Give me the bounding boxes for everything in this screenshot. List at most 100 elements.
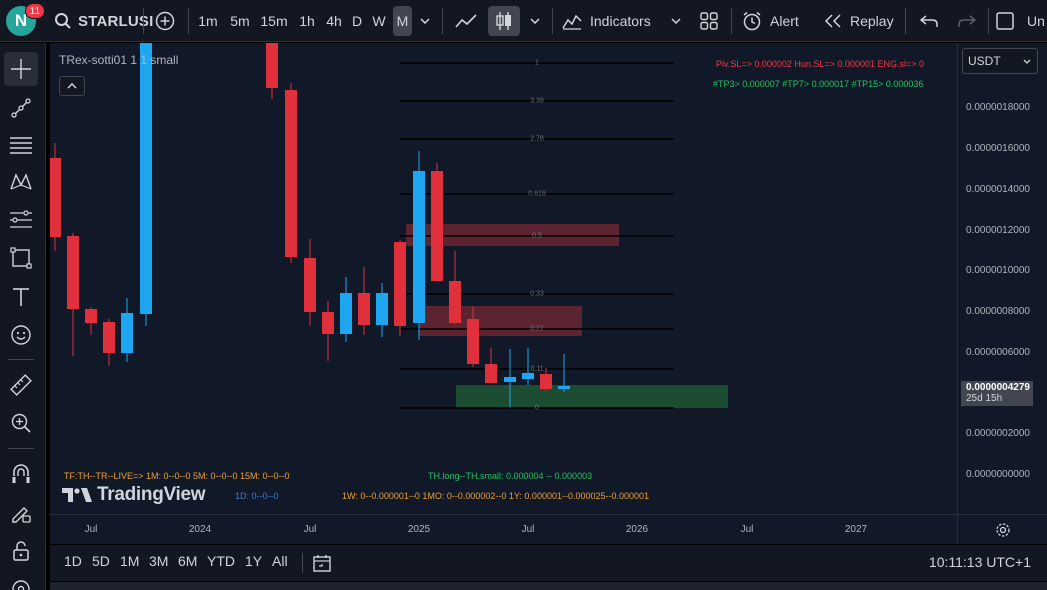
redo-button[interactable]: [952, 6, 982, 36]
time-tick-label: 2025: [407, 524, 431, 535]
range-ytd-button[interactable]: YTD: [207, 553, 235, 569]
fib-level-label: 1: [535, 59, 539, 67]
time-tick-label: Jul: [740, 524, 754, 535]
candle-body: [504, 377, 516, 382]
layout-menu-button[interactable]: Un: [996, 6, 1047, 36]
gear-icon: [995, 522, 1010, 537]
forecast-tool[interactable]: [4, 203, 38, 237]
interval-1h[interactable]: 1h: [295, 6, 319, 36]
eye-icon: [12, 580, 30, 590]
candle-body: [85, 309, 97, 323]
candle-body: [304, 258, 316, 312]
current-price-label: 0.0000004279 25d 15h: [961, 381, 1033, 406]
pattern-tool[interactable]: [4, 165, 38, 199]
indicator-legend-title[interactable]: TRex-sotti01 1 1 small: [59, 53, 178, 67]
range-all-button[interactable]: All: [272, 553, 288, 569]
plus-circle-icon: [155, 11, 175, 31]
trend-line-tool[interactable]: [4, 91, 38, 125]
unlock-icon: [13, 541, 29, 561]
hide-objects-tool[interactable]: [4, 571, 38, 590]
threshold-text: TH.long--TH.small: 0.000004 -- 0.000003: [428, 471, 593, 481]
price-tick-label: 0.0000008000: [966, 306, 1030, 317]
indicators-button[interactable]: Indicators: [562, 6, 662, 36]
time-tick-label: Jul: [303, 524, 317, 535]
magnet-icon: [12, 464, 30, 483]
zoom-tool[interactable]: [4, 406, 38, 440]
undo-button[interactable]: [914, 6, 944, 36]
replay-button[interactable]: Replay: [824, 6, 896, 36]
trend-line-icon: [11, 98, 31, 118]
range-1m-button[interactable]: 1M: [120, 553, 139, 569]
pivot-stoploss-text: Piv.SL=> 0.000002 Hun.SL=> 0.000001 ENG.…: [716, 59, 924, 69]
stay-in-drawing-mode-tool[interactable]: [4, 496, 38, 530]
text-tool[interactable]: [4, 280, 38, 314]
crosshair-tool[interactable]: [4, 52, 38, 86]
range-6m-button[interactable]: 6M: [178, 553, 197, 569]
chevron-up-icon: [67, 83, 77, 89]
emoji-tool[interactable]: [4, 318, 38, 352]
chart-type-line-button[interactable]: [450, 6, 482, 36]
legend-collapse-button[interactable]: [59, 76, 85, 96]
lock-drawings-tool[interactable]: [4, 534, 38, 568]
replay-label: Replay: [850, 13, 894, 29]
price-tick-label: 0.0000016000: [966, 143, 1030, 154]
take-profit-text: #TP3> 0.000007 #TP7> 0.000017 #TP15> 0.0…: [713, 79, 924, 89]
chart-type-dropdown[interactable]: [525, 6, 545, 36]
timeframe-status-text: TF:TH--TR--LIVE=> 1M: 0--0--0 5M: 0--0--…: [64, 471, 290, 481]
indicators-icon: [562, 14, 582, 30]
rewind-icon: [824, 14, 841, 28]
interval-4h[interactable]: 4h: [322, 6, 346, 36]
symbol-search-button[interactable]: STARLUSI: [54, 6, 154, 36]
drawing-toolbar: [0, 43, 46, 590]
range-5d-button[interactable]: 5D: [92, 553, 110, 569]
candle-body: [358, 293, 370, 325]
candle-body: [103, 322, 115, 353]
candle-body: [522, 373, 534, 379]
go-to-date-button[interactable]: [311, 552, 333, 574]
price-tick-label: 0.0000010000: [966, 265, 1030, 276]
interval-d[interactable]: D: [348, 6, 366, 36]
layouts-button[interactable]: [694, 6, 724, 36]
candle-body: [540, 374, 552, 389]
measure-tool[interactable]: [4, 368, 38, 402]
interval-5m[interactable]: 5m: [227, 6, 253, 36]
candle-body: [413, 171, 425, 323]
shapes-tool[interactable]: [4, 241, 38, 275]
candle-body: [67, 236, 79, 309]
fib-retracement-tool[interactable]: [4, 128, 38, 162]
range-3m-button[interactable]: 3M: [149, 553, 168, 569]
candle-body: [376, 293, 388, 325]
time-tick-label: Jul: [521, 524, 535, 535]
time-tick-label: Jul: [84, 524, 98, 535]
range-1d-button[interactable]: 1D: [64, 553, 82, 569]
interval-1m[interactable]: 1m: [195, 6, 221, 36]
chart-pane[interactable]: TRex-sotti01 1 1 small Piv.SL=> 0.000002…: [50, 43, 957, 514]
interval-dropdown[interactable]: [415, 6, 435, 36]
indicators-dropdown[interactable]: [666, 6, 686, 36]
compare-symbol-button[interactable]: [150, 6, 180, 36]
zoom-in-icon: [11, 413, 31, 433]
text-icon: [13, 288, 29, 306]
chart-settings-button[interactable]: [957, 514, 1047, 544]
clock-timezone[interactable]: 10:11:13 UTC+1: [929, 554, 1031, 570]
candlestick-chart[interactable]: [50, 43, 957, 514]
price-tick-label: 0.0000012000: [966, 225, 1030, 236]
supply-zone-lower: [419, 306, 582, 336]
grid-layout-icon: [700, 12, 718, 30]
currency-select[interactable]: USDT: [962, 48, 1038, 74]
daily-status-text: 1D: 0--0--0: [235, 491, 279, 501]
interval-m[interactable]: M: [393, 6, 412, 36]
magnet-tool[interactable]: [4, 458, 38, 492]
chart-type-candles-button[interactable]: [488, 6, 520, 36]
time-axis[interactable]: Jul 2024 Jul 2025 Jul 2026 Jul 2027: [50, 514, 957, 544]
alarm-clock-icon: [743, 11, 761, 31]
tradingview-logo[interactable]: TradingView: [61, 484, 206, 506]
interval-15m[interactable]: 15m: [258, 6, 290, 36]
fib-level-label: 2.78: [530, 135, 544, 143]
price-axis[interactable]: USDT 0.0000018000 0.0000016000 0.0000014…: [957, 43, 1047, 514]
fib-level-label: 0.33: [530, 290, 544, 298]
range-1y-button[interactable]: 1Y: [245, 553, 262, 569]
alert-button[interactable]: Alert: [742, 6, 808, 36]
candle-body: [467, 319, 479, 364]
interval-w[interactable]: W: [369, 6, 389, 36]
